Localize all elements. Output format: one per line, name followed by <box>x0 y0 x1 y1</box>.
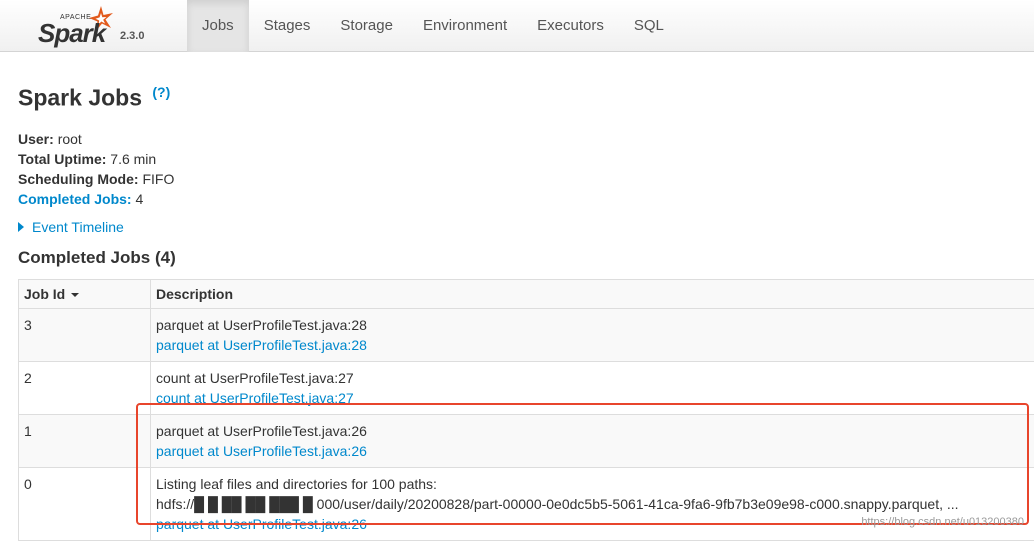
job-id-cell: 1 <box>18 414 151 468</box>
job-summary: User: root Total Uptime: 7.6 min Schedul… <box>18 129 174 209</box>
job-link[interactable]: parquet at UserProfileTest.java:28 <box>156 335 1034 355</box>
table-row: 0 Listing leaf files and directories for… <box>18 467 1034 541</box>
summary-user: User: root <box>18 131 82 147</box>
event-timeline-toggle[interactable]: Event Timeline <box>18 219 124 235</box>
tab-sql[interactable]: SQL <box>619 0 679 52</box>
description-cell: count at UserProfileTest.java:27 count a… <box>150 361 1034 415</box>
expand-arrow-icon <box>18 222 24 232</box>
summary-uptime: Total Uptime: 7.6 min <box>18 151 157 167</box>
completed-jobs-heading: Completed Jobs (4) <box>18 248 176 267</box>
description-cell: parquet at UserProfileTest.java:28 parqu… <box>150 308 1034 362</box>
tab-stages[interactable]: Stages <box>249 0 326 52</box>
table-row: 2 count at UserProfileTest.java:27 count… <box>18 361 1034 415</box>
table-row: 3 parquet at UserProfileTest.java:28 par… <box>18 308 1034 362</box>
job-id-cell: 3 <box>18 308 151 362</box>
table-row: 1 parquet at UserProfileTest.java:26 par… <box>18 414 1034 468</box>
job-id-cell: 0 <box>18 467 151 541</box>
spark-wordmark: Spark <box>38 18 106 48</box>
column-header-job-id[interactable]: Job Id <box>18 279 151 309</box>
event-timeline-label: Event Timeline <box>32 219 124 235</box>
tab-environment[interactable]: Environment <box>408 0 522 52</box>
version-label: 2.3.0 <box>120 30 145 42</box>
tab-storage[interactable]: Storage <box>325 0 408 52</box>
job-link[interactable]: count at UserProfileTest.java:27 <box>156 388 1034 408</box>
column-header-description[interactable]: Description <box>150 279 1034 309</box>
hdfs-path: hdfs://█ █ ██ ██ ███ █ 000/user/daily/20… <box>156 496 959 512</box>
job-id-cell: 2 <box>18 361 151 415</box>
nav-tabs: Jobs Stages Storage Environment Executor… <box>187 0 679 52</box>
sort-desc-icon <box>71 293 80 297</box>
completed-jobs-link[interactable]: Completed Jobs: <box>18 191 132 207</box>
summary-completed: Completed Jobs: 4 <box>18 191 144 207</box>
completed-jobs-table: Job Id Description 3 parquet at UserProf… <box>18 279 1034 541</box>
tab-executors[interactable]: Executors <box>522 0 619 52</box>
top-navbar: APACHE Spark 2.3.0 Jobs Stages Storage E… <box>0 0 1034 52</box>
description-cell: Listing leaf files and directories for 1… <box>150 467 1034 541</box>
job-link[interactable]: parquet at UserProfileTest.java:26 <box>156 441 1034 461</box>
page-title-text: Spark Jobs <box>18 84 142 111</box>
summary-scheduling: Scheduling Mode: FIFO <box>18 171 175 187</box>
description-cell: parquet at UserProfileTest.java:26 parqu… <box>150 414 1034 468</box>
help-link[interactable]: (?) <box>152 84 170 100</box>
tab-jobs[interactable]: Jobs <box>187 0 249 52</box>
spark-logo[interactable]: APACHE Spark 2.3.0 <box>38 4 158 48</box>
watermark: https://blog.csdn.net/u013200380 <box>861 516 1024 528</box>
page-title: Spark Jobs (?) <box>18 84 170 112</box>
